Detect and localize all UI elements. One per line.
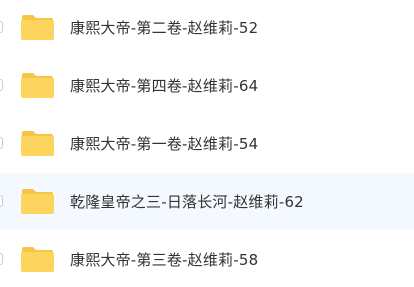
file-name[interactable]: 康熙大帝-第二卷-赵维莉-52: [70, 17, 258, 38]
folder-icon: [20, 71, 55, 99]
list-item[interactable]: 乾隆皇帝之三-日落长河-赵维莉-62: [0, 173, 414, 229]
file-name[interactable]: 乾隆皇帝之三-日落长河-赵维莉-62: [70, 191, 304, 212]
folder-icon: [20, 13, 55, 41]
row-checkbox[interactable]: [0, 79, 3, 91]
row-checkbox[interactable]: [0, 253, 3, 265]
file-name[interactable]: 康熙大帝-第四卷-赵维莉-64: [70, 75, 258, 96]
row-checkbox[interactable]: [0, 21, 3, 33]
folder-icon: [20, 129, 55, 157]
folder-icon: [20, 187, 55, 215]
list-item[interactable]: 康熙大帝-第三卷-赵维莉-58: [0, 231, 414, 287]
list-item[interactable]: 康熙大帝-第一卷-赵维莉-54: [0, 115, 414, 171]
file-name[interactable]: 康熙大帝-第一卷-赵维莉-54: [70, 133, 258, 154]
file-name[interactable]: 康熙大帝-第三卷-赵维莉-58: [70, 249, 258, 270]
list-item[interactable]: 康熙大帝-第二卷-赵维莉-52: [0, 0, 414, 55]
folder-icon: [20, 245, 55, 273]
file-list: 康熙大帝-第二卷-赵维莉-52 康熙大帝-第四卷-赵维莉-64 康熙大帝-第一卷…: [0, 0, 414, 286]
row-checkbox[interactable]: [0, 195, 3, 207]
list-item[interactable]: 康熙大帝-第四卷-赵维莉-64: [0, 57, 414, 113]
row-checkbox[interactable]: [0, 137, 3, 149]
